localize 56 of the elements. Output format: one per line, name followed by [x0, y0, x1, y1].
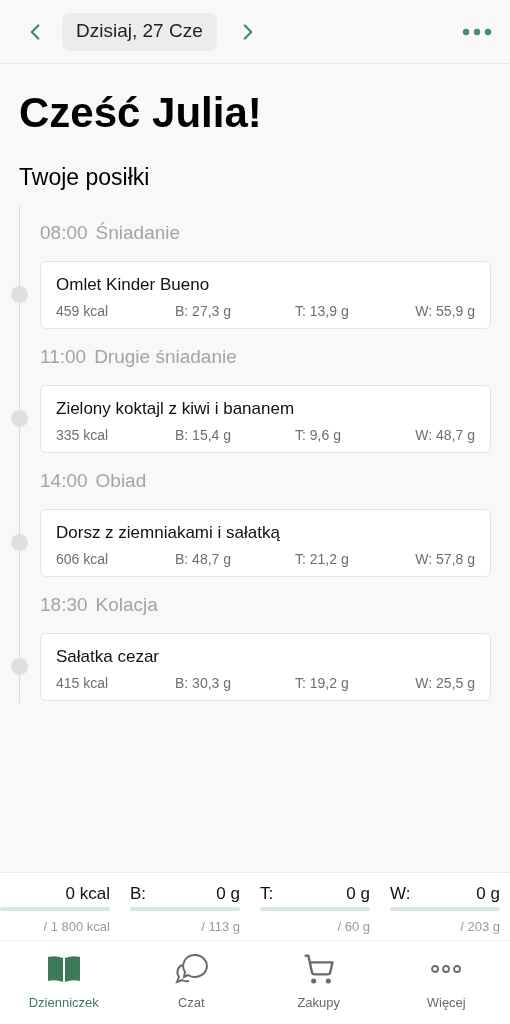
dish-name: Sałatka cezar	[56, 645, 160, 667]
nav-tab[interactable]: Więcej	[382, 941, 510, 1024]
meal-protein: B: 48,7 g	[175, 549, 233, 569]
nav-tab[interactable]: Czat	[127, 941, 255, 1024]
summary-target: / 113 g	[200, 918, 240, 936]
summary-label: T:	[260, 883, 274, 905]
meal-fat: T: 13,9 g	[295, 301, 350, 321]
chat-bubbles-icon	[174, 953, 209, 985]
summary-label: B:	[130, 883, 147, 905]
greeting: Cześć Julia!	[19, 92, 263, 134]
summary-value: 0 g	[216, 883, 240, 905]
date-button[interactable]: Dzisiaj, 27 Cze	[62, 12, 217, 51]
meal-time: 18:30	[40, 593, 88, 618]
meal-carbs: W: 57,8 g	[415, 549, 475, 569]
cart-icon	[302, 953, 335, 985]
meal-card[interactable]: Zielony koktajl z kiwi i bananem 335 kcal B: 15,4 g T: 9,6 g W: 48,7 g	[40, 384, 491, 453]
book-icon	[46, 955, 81, 983]
meal-name: Drugie śniadanie	[94, 345, 237, 370]
meal-fat: T: 9,6 g	[295, 425, 342, 445]
meal-protein: B: 15,4 g	[175, 425, 233, 445]
meal-protein: B: 27,3 g	[175, 301, 233, 321]
meal-card[interactable]: Omlet Kinder Bueno 459 kcal B: 27,3 g T: 13,9 g W: 55,9 g	[40, 260, 491, 329]
meal-carbs: W: 55,9 g	[415, 301, 475, 321]
summary-target: / 1 800 kcal	[42, 918, 110, 936]
nav-tab[interactable]: Zakupy	[255, 941, 383, 1024]
summary-value: 0 g	[346, 883, 370, 905]
meal-kcal: 335 kcal	[56, 425, 110, 445]
meal-time: 08:00	[40, 221, 88, 246]
meal-carbs: W: 48,7 g	[415, 425, 475, 445]
meal-fat: T: 21,2 g	[295, 549, 350, 569]
section-title: Twoje posiłki	[19, 163, 151, 192]
summary-label: W:	[390, 883, 411, 905]
meal-card[interactable]: Sałatka cezar 415 kcal B: 30,3 g T: 19,2 g W: 25,5 g	[40, 632, 491, 701]
meal-name: Śniadanie	[95, 221, 181, 246]
meal-name: Kolacja	[95, 593, 158, 618]
meal-fat: T: 19,2 g	[295, 673, 350, 693]
summary-target: / 203 g	[459, 918, 500, 936]
summary-value: 0 kcal	[65, 883, 110, 905]
more-options-button[interactable]	[462, 27, 492, 36]
dish-name: Omlet Kinder Bueno	[56, 273, 211, 295]
meal-kcal: 606 kcal	[56, 549, 110, 569]
more-icon	[431, 965, 462, 973]
more-icon	[462, 27, 492, 36]
meal-name: Obiad	[95, 469, 147, 494]
dish-name: Zielony koktajl z kiwi i bananem	[56, 397, 296, 419]
meal-protein: B: 30,3 g	[175, 673, 233, 693]
dish-name: Dorsz z ziemniakami i sałatką	[56, 521, 281, 543]
meal-card[interactable]: Dorsz z ziemniakami i sałatką 606 kcal B: 48,7 g T: 21,2 g W: 57,8 g	[40, 508, 491, 577]
meal-kcal: 459 kcal	[56, 301, 110, 321]
meal-carbs: W: 25,5 g	[415, 673, 475, 693]
meal-time: 11:00	[40, 345, 87, 370]
summary-value: 0 g	[476, 883, 500, 905]
nav-tab[interactable]: Dzienniczek	[0, 941, 128, 1024]
meal-kcal: 415 kcal	[56, 673, 110, 693]
meal-time: 14:00	[40, 469, 88, 494]
summary-target: / 60 g	[336, 918, 370, 936]
